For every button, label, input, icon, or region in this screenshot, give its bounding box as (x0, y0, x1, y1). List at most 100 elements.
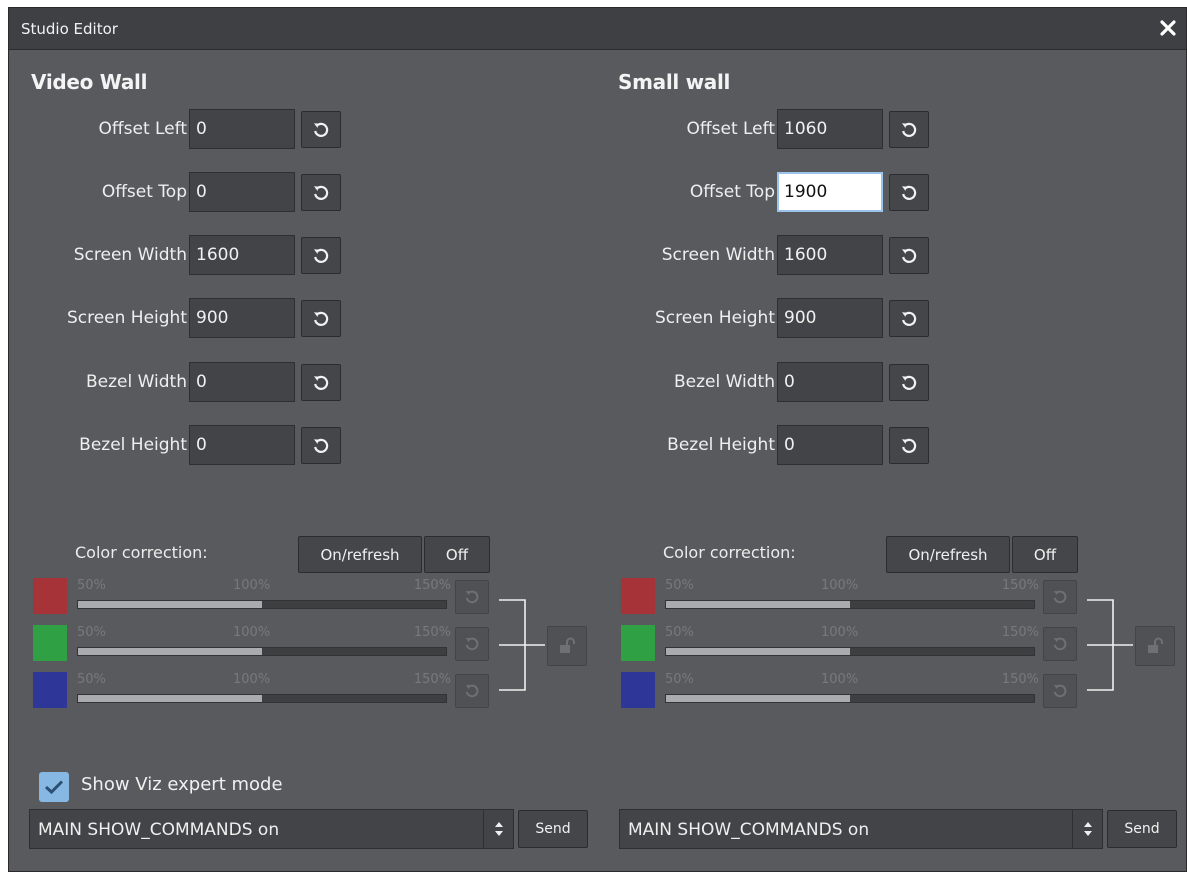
green-swatch (33, 625, 67, 661)
reset-screen-width-button[interactable] (889, 237, 929, 274)
green-slider[interactable]: 50% 100% 150% (663, 625, 1039, 661)
tick-100: 100% (233, 578, 271, 593)
offset-left-input[interactable] (189, 109, 295, 149)
reset-red-button[interactable] (1043, 580, 1077, 614)
studio-editor-window: Studio Editor Video Wall Offset Left Off… (8, 7, 1187, 872)
reset-green-button[interactable] (1043, 627, 1077, 661)
channel-link-bracket (499, 599, 545, 691)
panel-video-wall: Video Wall Offset Left Offset Top Screen… (9, 8, 597, 871)
red-slider[interactable]: 50% 100% 150% (663, 578, 1039, 614)
expert-mode-label: Show Viz expert mode (81, 774, 283, 795)
tick-50: 50% (77, 578, 106, 593)
red-swatch (621, 578, 655, 614)
reset-icon (902, 438, 917, 453)
blue-slider[interactable]: 50% 100% 150% (75, 672, 451, 708)
reset-bezel-width-button[interactable] (301, 364, 341, 401)
reset-icon (902, 375, 917, 390)
tick-50: 50% (665, 625, 694, 640)
reset-green-button[interactable] (455, 627, 489, 661)
reset-red-button[interactable] (455, 580, 489, 614)
field-screen-width: Screen Width (9, 235, 349, 275)
bezel-height-input[interactable] (777, 425, 883, 465)
reset-icon (902, 248, 917, 263)
panel-small-wall: Small wall Offset Left Offset Top Screen… (597, 8, 1186, 871)
slider-fill (78, 695, 262, 702)
bezel-width-input[interactable] (777, 362, 883, 402)
field-screen-width: Screen Width (597, 235, 937, 275)
screen-width-input[interactable] (777, 235, 883, 275)
blue-slider[interactable]: 50% 100% 150% (663, 672, 1039, 708)
color-correction-on-button[interactable]: On/refresh (886, 536, 1010, 573)
reset-screen-height-button[interactable] (889, 300, 929, 337)
channel-lock-button[interactable] (547, 626, 587, 666)
command-select[interactable]: MAIN SHOW_COMMANDS on (619, 809, 1103, 849)
green-swatch (621, 625, 655, 661)
field-bezel-width: Bezel Width (9, 362, 349, 402)
reset-icon (902, 122, 917, 137)
color-correction-label: Color correction: (75, 543, 208, 562)
blue-swatch (621, 672, 655, 708)
reset-offset-top-button[interactable] (301, 174, 341, 211)
bezel-height-input[interactable] (189, 425, 295, 465)
channel-lock-button[interactable] (1135, 626, 1175, 666)
field-label: Bezel Height (79, 435, 187, 455)
green-slider[interactable]: 50% 100% 150% (75, 625, 451, 661)
expert-mode-checkbox[interactable] (39, 772, 69, 802)
screen-height-input[interactable] (777, 298, 883, 338)
offset-top-input[interactable] (189, 172, 295, 212)
slider-fill (78, 648, 262, 655)
tick-50: 50% (665, 578, 694, 593)
spinner-arrows-icon[interactable] (1072, 810, 1102, 848)
reset-bezel-height-button[interactable] (889, 427, 929, 464)
tick-100: 100% (233, 672, 271, 687)
tick-150: 150% (1001, 625, 1039, 640)
field-offset-top: Offset Top (9, 172, 349, 212)
field-label: Bezel Height (667, 435, 775, 455)
bezel-width-input[interactable] (189, 362, 295, 402)
send-button[interactable]: Send (1107, 810, 1177, 848)
field-label: Screen Width (73, 245, 187, 265)
reset-screen-height-button[interactable] (301, 300, 341, 337)
color-correction-off-button[interactable]: Off (1012, 536, 1078, 573)
field-offset-top: Offset Top (597, 172, 937, 212)
color-correction-off-button[interactable]: Off (424, 536, 490, 573)
field-label: Screen Width (661, 245, 775, 265)
reset-screen-width-button[interactable] (301, 237, 341, 274)
reset-blue-button[interactable] (455, 674, 489, 708)
slider-track (665, 600, 1035, 609)
reset-bezel-height-button[interactable] (301, 427, 341, 464)
color-correction-on-button[interactable]: On/refresh (298, 536, 422, 573)
send-button[interactable]: Send (518, 810, 588, 848)
screen-height-input[interactable] (189, 298, 295, 338)
reset-icon (465, 684, 479, 698)
spinner-arrows-icon[interactable] (483, 810, 513, 848)
reset-offset-left-button[interactable] (889, 111, 929, 148)
field-label: Offset Left (686, 119, 775, 139)
offset-top-input[interactable] (777, 172, 883, 212)
field-label: Offset Top (101, 182, 187, 202)
offset-left-input[interactable] (777, 109, 883, 149)
reset-icon (902, 185, 917, 200)
field-offset-left: Offset Left (9, 109, 349, 149)
reset-bezel-width-button[interactable] (889, 364, 929, 401)
color-correction-label: Color correction: (663, 543, 796, 562)
command-value: MAIN SHOW_COMMANDS on (628, 820, 870, 840)
field-bezel-width: Bezel Width (597, 362, 937, 402)
screen-width-input[interactable] (189, 235, 295, 275)
slider-fill (666, 695, 850, 702)
red-slider[interactable]: 50% 100% 150% (75, 578, 451, 614)
slider-track (77, 694, 447, 703)
command-select[interactable]: MAIN SHOW_COMMANDS on (29, 809, 514, 849)
reset-icon (314, 122, 329, 137)
tick-150: 150% (413, 578, 451, 593)
reset-icon (314, 311, 329, 326)
tick-50: 50% (77, 625, 106, 640)
field-bezel-height: Bezel Height (597, 425, 937, 465)
reset-offset-top-button[interactable] (889, 174, 929, 211)
tick-100: 100% (821, 625, 859, 640)
reset-icon (1053, 590, 1067, 604)
reset-offset-left-button[interactable] (301, 111, 341, 148)
reset-blue-button[interactable] (1043, 674, 1077, 708)
reset-icon (1053, 684, 1067, 698)
slider-track (665, 694, 1035, 703)
